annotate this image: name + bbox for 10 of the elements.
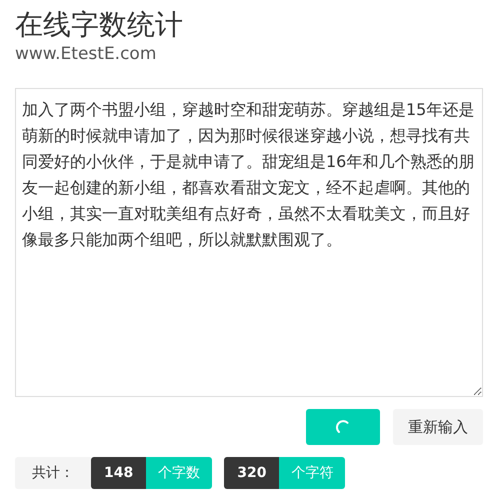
reset-button[interactable]: 重新输入 xyxy=(393,409,483,445)
count-unit: 个字数 xyxy=(146,457,212,489)
count-button[interactable] xyxy=(306,409,380,445)
count-unit: 个字符 xyxy=(279,457,346,489)
site-url: www.EtestE.com xyxy=(15,43,158,65)
total-label: 共计： xyxy=(15,457,91,489)
text-input-field[interactable]: 加入了两个书盟小组，穿越时空和甜宠萌苏。穿越组是15年还是萌新的时候就申请加了，因为那时候很迷穿越小说，想寻找有共同爱好的小伙伴，于是就申请了。甜宠组是16年和几个熟悉的朋友一起创建的新小组，都喜欢看甜文宠文，经不起虐啊。其他的小组，其实一直对耽美组有点好奇，虽然不太看耽美文，而且好像最多只能加两个组吧，所以就默默围观了。 xyxy=(15,88,483,397)
count-value: 320 xyxy=(224,457,280,489)
count-value: 148 xyxy=(91,457,146,489)
page-title: 在线字数统计 xyxy=(15,7,184,43)
